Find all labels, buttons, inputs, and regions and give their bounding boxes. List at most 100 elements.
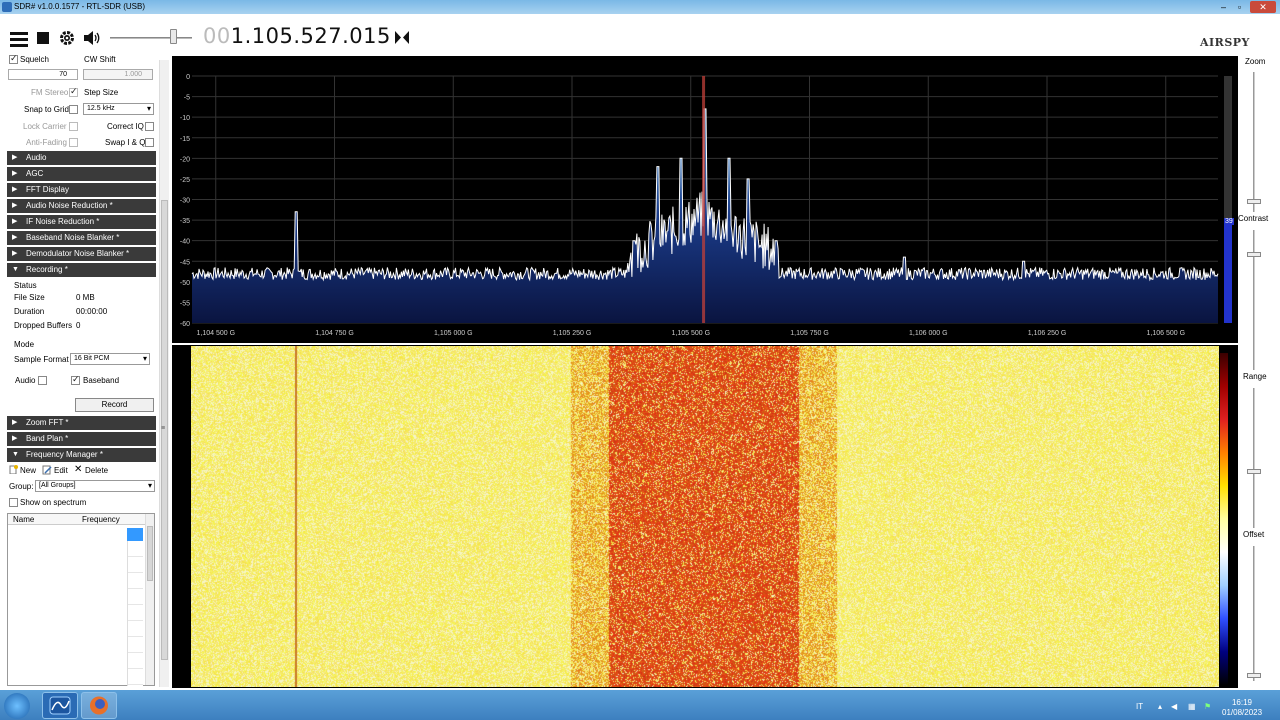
- sample-format-label: Sample Format: [14, 355, 69, 364]
- show-on-spectrum-label: Show on spectrum: [20, 498, 87, 507]
- panel-audio[interactable]: ▶ Audio: [7, 151, 156, 165]
- panel-frequency-manager[interactable]: ▼ Frequency Manager *: [7, 448, 156, 462]
- spectrum-x-axis: 1,104 500 G 1,104 750 G 1,105 000 G 1,105 2…: [196, 330, 1185, 337]
- clock[interactable]: 16:19 01/08/2023: [1222, 698, 1262, 718]
- y-tick-label: -10: [180, 115, 190, 122]
- flag-tray-icon[interactable]: ⚑: [1204, 702, 1211, 711]
- contrast-slider-thumb[interactable]: [1247, 252, 1261, 257]
- volume-tray-icon[interactable]: ◀: [1171, 702, 1177, 711]
- file-size-value: 0 MB: [76, 293, 95, 302]
- new-icon[interactable]: [9, 465, 18, 474]
- splitter-grip[interactable]: ≡: [161, 425, 165, 432]
- range-value-indicator: 39: [1224, 218, 1234, 225]
- delete-icon[interactable]: ✕: [74, 464, 82, 475]
- zoom-slider-track[interactable]: [1253, 72, 1255, 212]
- panel-zoom-fft[interactable]: ▶ Zoom FFT *: [7, 416, 156, 430]
- menu-icon[interactable]: [10, 31, 28, 47]
- tuned-frequency-marker[interactable]: [702, 76, 706, 323]
- clock-time: 16:19: [1231, 698, 1253, 707]
- lock-carrier-label: Lock Carrier: [23, 122, 67, 131]
- window-title: SDR# v1.0.0.1577 - RTL-SDR (USB): [14, 2, 146, 11]
- show-on-spectrum-checkbox[interactable]: [9, 498, 18, 507]
- stop-icon[interactable]: [37, 32, 49, 44]
- audio-record-checkbox[interactable]: [38, 376, 47, 385]
- frequency-list[interactable]: Name Frequency: [7, 513, 155, 686]
- panel-demodulator-noise-blanker[interactable]: ▶ Demodulator Noise Blanker *: [7, 247, 156, 261]
- language-indicator[interactable]: IT: [1136, 702, 1143, 711]
- column-name[interactable]: Name: [13, 515, 34, 524]
- panel-if-noise-reduction[interactable]: ▶ IF Noise Reduction *: [7, 215, 156, 229]
- anti-fading-checkbox[interactable]: [69, 138, 78, 147]
- volume-slider-thumb[interactable]: [170, 29, 177, 44]
- panel-recording[interactable]: ▼ Recording *: [7, 263, 156, 277]
- level-meter-bar: [1224, 222, 1232, 323]
- range-slider-thumb[interactable]: [1247, 469, 1261, 474]
- maximize-button[interactable]: ▫: [1233, 1, 1246, 13]
- anti-fading-label: Anti-Fading: [26, 138, 67, 147]
- close-button[interactable]: ✕: [1250, 1, 1276, 13]
- panel-audio-noise-reduction[interactable]: ▶ Audio Noise Reduction *: [7, 199, 156, 213]
- group-select[interactable]: [All Groups]: [35, 480, 155, 492]
- panel-agc[interactable]: ▶ AGC: [7, 167, 156, 181]
- edit-button[interactable]: Edit: [54, 466, 68, 475]
- waterfall-display[interactable]: [172, 345, 1238, 688]
- squelch-input[interactable]: 70: [8, 69, 78, 80]
- group-label: Group:: [9, 482, 34, 491]
- duration-label: Duration: [14, 307, 45, 316]
- new-button[interactable]: New: [20, 466, 36, 475]
- frequency-prefix: 00: [203, 24, 231, 48]
- waterfall-gradient-scale: [1220, 353, 1228, 685]
- squelch-checkbox[interactable]: [9, 53, 18, 64]
- gear-icon[interactable]: [59, 30, 75, 46]
- contrast-slider-track[interactable]: [1253, 230, 1255, 370]
- y-tick-label: -45: [180, 259, 190, 266]
- dropped-buffers-value: 0: [76, 321, 81, 330]
- correct-iq-checkbox[interactable]: [145, 122, 154, 131]
- snap-to-grid-checkbox[interactable]: [69, 105, 78, 114]
- app-icon: [2, 2, 12, 12]
- volume-slider-track[interactable]: [110, 37, 192, 39]
- spectrum-display[interactable]: 0 -5 -10 -15 -20 -25 -30 -35 -40 -45 -50 -55 -60 1,1…: [172, 56, 1238, 343]
- frequency-display[interactable]: 001.105.527.015: [203, 24, 391, 48]
- sample-format-select[interactable]: 16 Bit PCM: [70, 353, 150, 365]
- delete-button[interactable]: Delete: [85, 466, 108, 475]
- tune-center-icon[interactable]: [395, 31, 409, 44]
- cw-shift-input[interactable]: 1.000: [83, 69, 153, 80]
- expand-arrow-icon: ▶: [12, 170, 18, 177]
- list-scrollbar-thumb[interactable]: [147, 526, 153, 581]
- minimize-button[interactable]: –: [1217, 1, 1230, 13]
- toolbar: 001.105.527.015 AIRSPY: [0, 14, 1280, 54]
- network-tray-icon[interactable]: ▦: [1188, 702, 1196, 711]
- panel-band-plan[interactable]: ▶ Band Plan *: [7, 432, 156, 446]
- sdrsharp-icon: [49, 696, 71, 715]
- speaker-icon[interactable]: [83, 30, 101, 46]
- lock-carrier-checkbox[interactable]: [69, 122, 78, 131]
- list-scrollbar[interactable]: [145, 514, 154, 685]
- taskbar-sdrsharp[interactable]: [42, 692, 78, 719]
- baseband-record-label: Baseband: [83, 376, 120, 385]
- tray-expand-icon[interactable]: ▴: [1158, 702, 1162, 711]
- offset-slider-track[interactable]: [1253, 546, 1255, 681]
- correct-iq-label: Correct IQ: [107, 122, 144, 131]
- expand-arrow-icon: ▶: [12, 419, 18, 426]
- swap-iq-label: Swap I & Q: [105, 138, 146, 147]
- taskbar-firefox[interactable]: [81, 692, 117, 719]
- zoom-label: Zoom: [1245, 57, 1266, 66]
- y-tick-label: -55: [180, 300, 190, 307]
- record-button[interactable]: Record: [75, 398, 154, 412]
- title-bar: SDR# v1.0.0.1577 - RTL-SDR (USB) – ▫ ✕: [0, 0, 1280, 14]
- column-frequency[interactable]: Frequency: [82, 515, 120, 524]
- fm-stereo-checkbox[interactable]: [69, 86, 78, 97]
- baseband-record-checkbox[interactable]: [71, 374, 80, 385]
- swap-iq-checkbox[interactable]: [145, 138, 154, 147]
- edit-icon[interactable]: [42, 465, 52, 475]
- start-button[interactable]: [4, 693, 30, 719]
- offset-slider-thumb[interactable]: [1247, 673, 1261, 678]
- y-tick-label: 0: [186, 74, 190, 81]
- y-tick-label: -40: [180, 239, 190, 246]
- range-slider-track[interactable]: [1253, 388, 1255, 528]
- step-size-select[interactable]: 12.5 kHz: [83, 103, 154, 115]
- zoom-slider-thumb[interactable]: [1247, 199, 1261, 204]
- panel-fft-display[interactable]: ▶ FFT Display: [7, 183, 156, 197]
- panel-baseband-noise-blanker[interactable]: ▶ Baseband Noise Blanker *: [7, 231, 156, 245]
